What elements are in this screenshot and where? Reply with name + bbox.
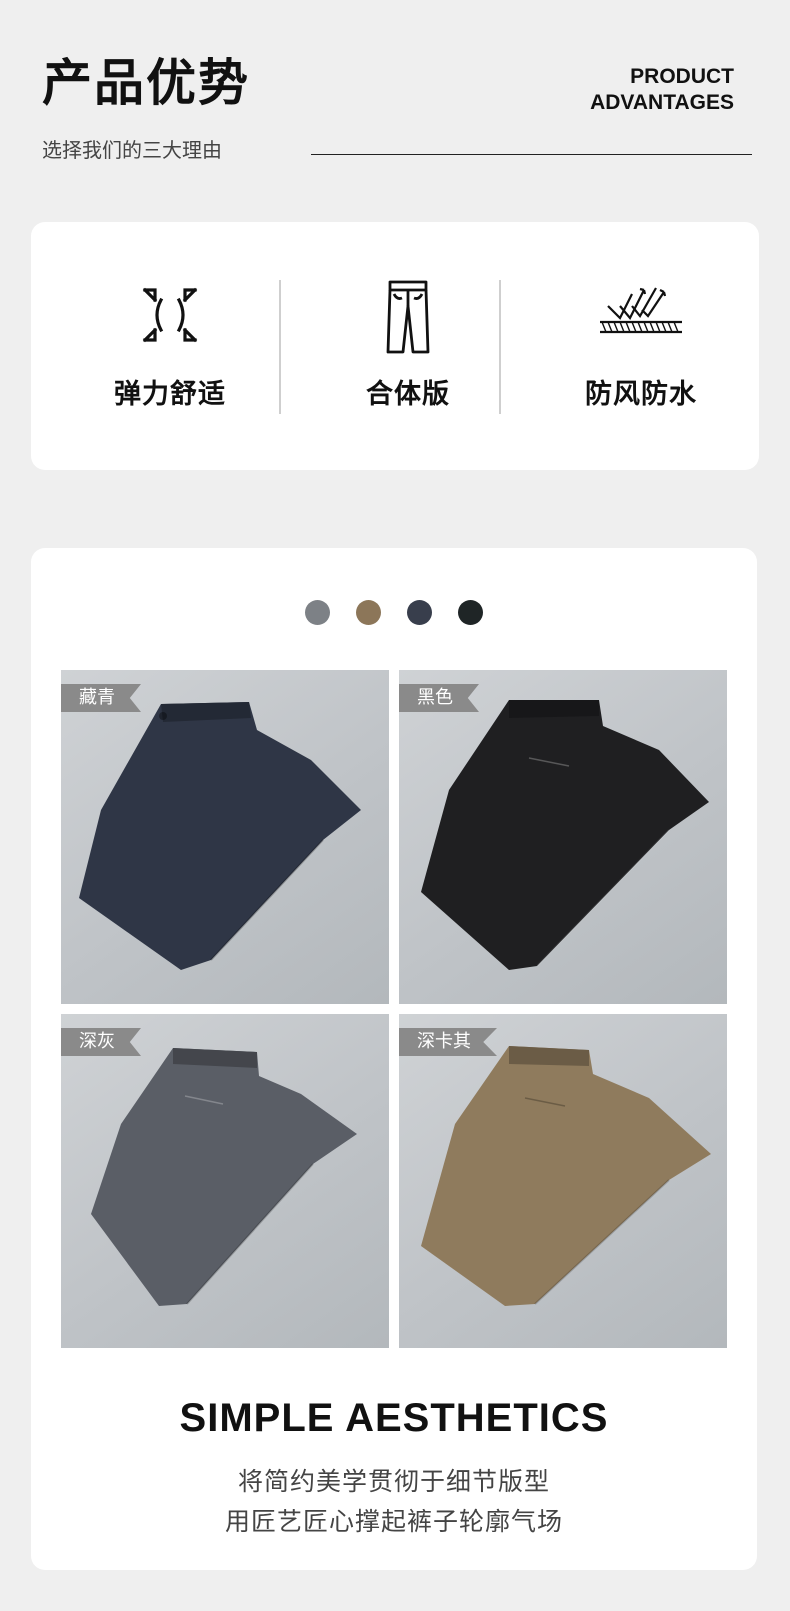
trousers-image	[421, 1046, 711, 1306]
section-heading: SIMPLE AESTHETICS	[179, 1396, 609, 1440]
product-photo-black[interactable]: 黑色	[399, 670, 727, 1004]
color-swatch[interactable]	[305, 600, 330, 625]
color-swatch[interactable]	[458, 600, 483, 625]
english-title-line1: PRODUCT	[630, 65, 734, 88]
description-line-2: 用匠艺匠心撑起裤子轮廓气场	[224, 1507, 563, 1536]
header-divider	[311, 154, 752, 155]
divider	[279, 280, 281, 414]
color-tag: 深灰	[61, 1028, 141, 1056]
color-swatch[interactable]	[356, 600, 381, 625]
color-tag: 深卡其	[399, 1028, 497, 1056]
english-title-line2: ADVANTAGES	[590, 91, 734, 114]
waterproof-fabric-icon	[598, 284, 684, 338]
trousers-image	[91, 1048, 357, 1306]
page-title: 产品优势	[42, 54, 250, 112]
stretch-arrows-icon	[139, 284, 201, 350]
advantage-label: 弹力舒适	[114, 379, 226, 410]
color-tag: 藏青	[61, 684, 141, 712]
product-photo-navy[interactable]: 藏青	[61, 670, 389, 1004]
advantage-item-fit: 合体版	[298, 222, 518, 470]
advantages-card: 弹力舒适 合体版 防风防水	[31, 222, 759, 470]
description-line-1: 将简约美学贯彻于细节版型	[237, 1467, 550, 1496]
page-subtitle: 选择我们的三大理由	[42, 138, 222, 162]
advantage-label: 防风防水	[585, 379, 697, 410]
advantage-label: 合体版	[366, 379, 450, 410]
colors-card: 藏青 黑色 深灰 深卡其 SIMPLE AESTHETICS 将简约美学贯彻于细…	[31, 548, 757, 1570]
trousers-icon	[385, 280, 431, 358]
advantage-item-waterproof: 防风防水	[531, 222, 751, 470]
product-photo-dark-grey[interactable]: 深灰	[61, 1014, 389, 1348]
english-title: PRODUCT ADVANTAGES	[590, 64, 734, 116]
color-swatch[interactable]	[407, 600, 432, 625]
divider	[499, 280, 501, 414]
trousers-image	[421, 700, 709, 970]
product-photo-dark-khaki[interactable]: 深卡其	[399, 1014, 727, 1348]
header: 产品优势 选择我们的三大理由 PRODUCT ADVANTAGES	[0, 0, 790, 200]
color-swatches	[31, 600, 757, 625]
advantage-item-stretch: 弹力舒适	[60, 222, 280, 470]
trousers-image	[79, 702, 361, 970]
color-tag: 黑色	[399, 684, 479, 712]
